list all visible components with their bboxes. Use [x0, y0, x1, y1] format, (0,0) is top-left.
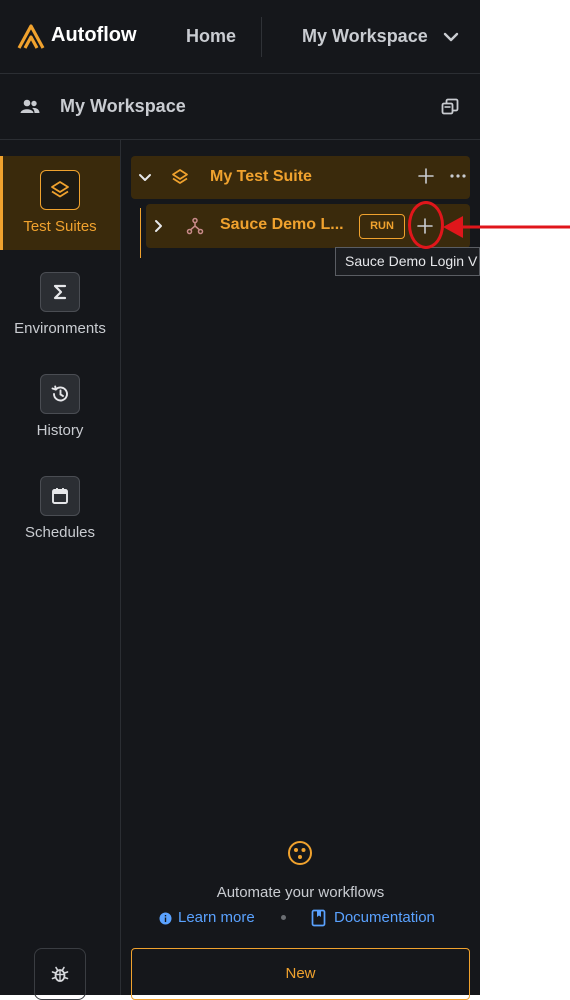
autoflow-logo-icon[interactable] — [16, 22, 46, 52]
documentation-link[interactable]: Documentation — [334, 909, 435, 926]
workflow-name: Sauce Demo L... — [220, 216, 344, 233]
calendar-icon — [52, 488, 68, 504]
left-rail: Test Suites Environments History Schedul… — [0, 140, 121, 1000]
app-window: Autoflow Home My Workspace My Workspace — [0, 0, 480, 1000]
rail-icon-box — [40, 170, 80, 210]
learn-more-link[interactable]: Learn more — [178, 909, 255, 926]
rail-item-schedules[interactable]: Schedules — [0, 462, 120, 556]
tree-guide-line — [140, 208, 141, 258]
report-bug-button[interactable] — [34, 948, 86, 1000]
layers-icon — [51, 181, 69, 198]
annotation-arrow-icon — [443, 216, 570, 238]
rail-icon-box — [40, 272, 80, 312]
rail-icon-box — [40, 476, 80, 516]
bug-icon — [51, 966, 69, 982]
rail-label: Schedules — [24, 524, 96, 541]
brand-name[interactable]: Autoflow — [51, 24, 137, 47]
cookie-icon — [288, 841, 312, 865]
suite-row[interactable]: My Test Suite — [131, 156, 470, 199]
nav-divider — [261, 17, 262, 57]
top-bar: Autoflow Home My Workspace — [0, 0, 480, 74]
suite-name: My Test Suite — [210, 168, 312, 185]
empty-state-text: Automate your workflows — [216, 884, 385, 901]
nav-home-link[interactable]: Home — [186, 26, 236, 47]
workspace-title: My Workspace — [60, 96, 186, 116]
info-icon — [159, 912, 172, 925]
annotation-circle — [408, 201, 444, 249]
book-icon — [311, 909, 326, 927]
people-icon — [20, 99, 40, 113]
rail-item-environments[interactable]: Environments — [0, 258, 120, 352]
run-button[interactable]: RUN — [359, 214, 405, 239]
rail-label: History — [36, 422, 84, 439]
rail-label: Environments — [14, 320, 106, 337]
add-icon[interactable] — [417, 167, 435, 185]
chevron-down-icon[interactable] — [442, 28, 460, 46]
workspace-bar: My Workspace — [0, 74, 480, 140]
rail-icon-box — [40, 374, 80, 414]
link-separator — [281, 915, 286, 920]
chevron-down-icon[interactable] — [137, 169, 153, 185]
restore-window-icon[interactable] — [440, 97, 460, 117]
workflow-tooltip: Sauce Demo Login V — [335, 247, 480, 276]
rail-label: Test Suites — [23, 218, 97, 235]
more-options-icon[interactable] — [449, 167, 467, 185]
workspace-switcher[interactable]: My Workspace — [302, 26, 428, 47]
new-button[interactable]: New — [131, 948, 470, 1000]
chevron-right-icon[interactable] — [150, 218, 166, 234]
rail-item-test-suites[interactable]: Test Suites — [0, 156, 120, 250]
workflow-branch-icon — [186, 217, 204, 235]
rail-item-history[interactable]: History — [0, 360, 120, 454]
history-icon — [51, 385, 68, 402]
sigma-icon — [53, 284, 67, 300]
layers-icon — [172, 169, 188, 184]
